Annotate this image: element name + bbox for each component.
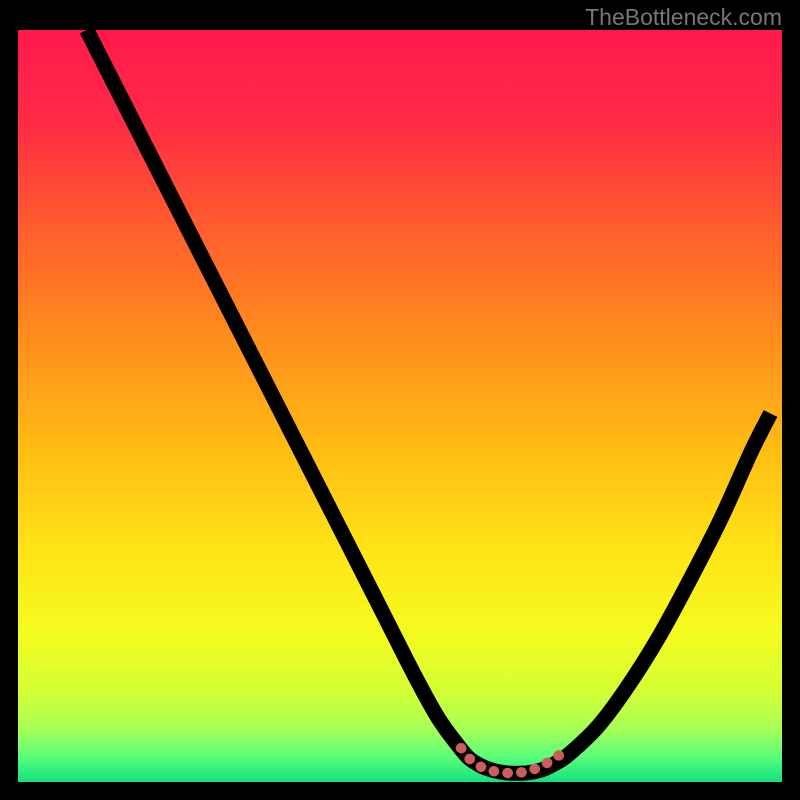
chart-frame: TheBottleneck.com bbox=[0, 0, 800, 800]
watermark-text: TheBottleneck.com bbox=[585, 4, 782, 31]
plot-area bbox=[18, 30, 782, 782]
bottleneck-curve bbox=[87, 30, 771, 773]
curve-layer bbox=[18, 30, 782, 782]
